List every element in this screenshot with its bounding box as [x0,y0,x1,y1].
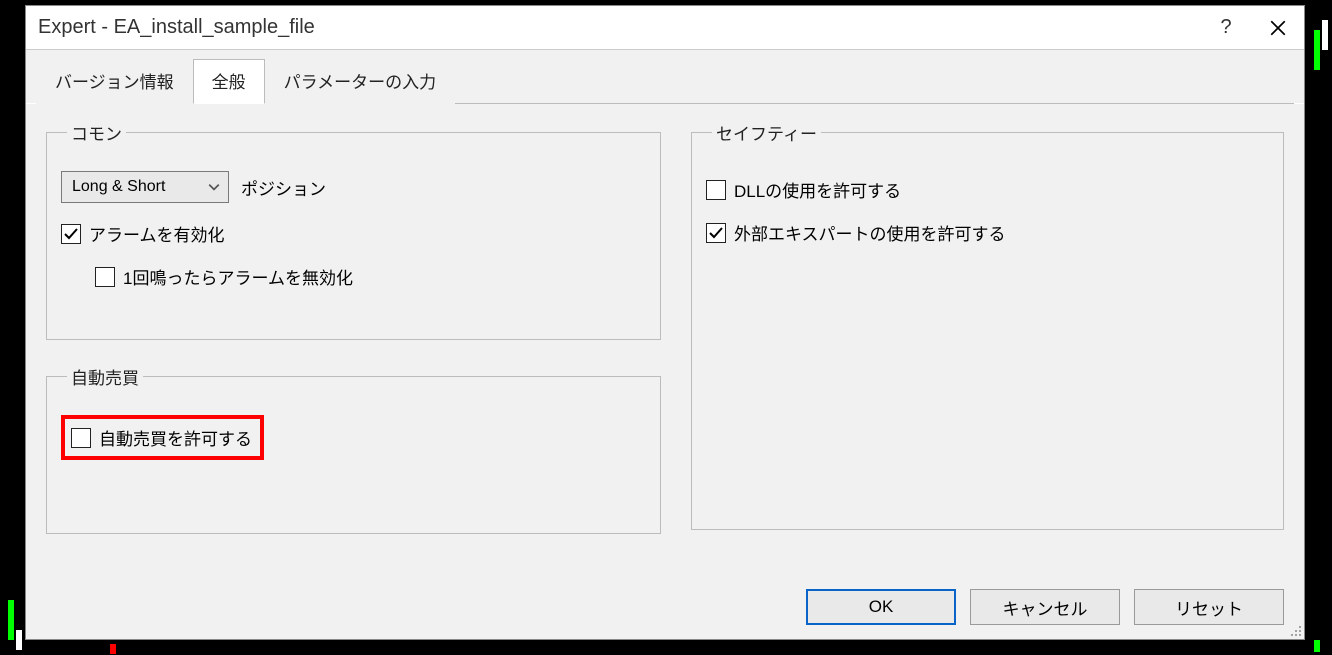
help-button[interactable]: ? [1200,6,1252,50]
alarm-enable-checkbox[interactable] [61,224,81,244]
alarm-once-disable-checkbox[interactable] [95,267,115,287]
allow-auto-trading-label: 自動売買を許可する [99,425,252,450]
safety-legend: セイフティー [712,120,821,145]
allow-ext-expert-checkbox[interactable] [706,223,726,243]
allow-dll-label: DLLの使用を許可する [734,177,901,202]
common-group: コモン Long & Short ポジション アラームを有効化 [46,120,661,340]
safety-group: セイフティー DLLの使用を許可する 外部エキスパートの使用を許可する [691,120,1284,530]
position-select-value: Long & Short [72,178,165,196]
highlight-box: 自動売買を許可する [61,415,264,460]
auto-trading-group: 自動売買 自動売買を許可する [46,364,661,534]
window-title: Expert - EA_install_sample_file [38,16,315,39]
alarm-once-disable-label: 1回鳴ったらアラームを無効化 [123,264,353,289]
ok-button[interactable]: OK [806,589,956,625]
auto-trading-legend: 自動売買 [67,364,143,389]
dialog-body: コモン Long & Short ポジション アラームを有効化 [26,104,1304,585]
allow-ext-expert-label: 外部エキスパートの使用を許可する [734,220,1006,245]
chevron-down-icon [208,180,220,194]
allow-auto-trading-checkbox[interactable] [71,428,91,448]
expert-dialog: Expert - EA_install_sample_file ? バージョン情… [25,5,1305,640]
allow-dll-checkbox[interactable] [706,180,726,200]
dialog-footer: OK キャンセル リセット [26,585,1304,639]
titlebar: Expert - EA_install_sample_file ? [26,6,1304,50]
cancel-button[interactable]: キャンセル [970,589,1120,625]
tabstrip: バージョン情報 全般 パラメーターの入力 [26,50,1304,103]
position-select[interactable]: Long & Short [61,171,229,203]
reset-button[interactable]: リセット [1134,589,1284,625]
resize-grip[interactable] [1288,623,1302,637]
tab-general[interactable]: 全般 [193,59,265,104]
close-button[interactable] [1252,6,1304,50]
alarm-enable-label: アラームを有効化 [89,221,225,246]
position-label: ポジション [241,175,326,200]
common-legend: コモン [67,120,126,145]
tab-version-info[interactable]: バージョン情報 [36,59,193,104]
tab-parameters[interactable]: パラメーターの入力 [265,59,456,104]
